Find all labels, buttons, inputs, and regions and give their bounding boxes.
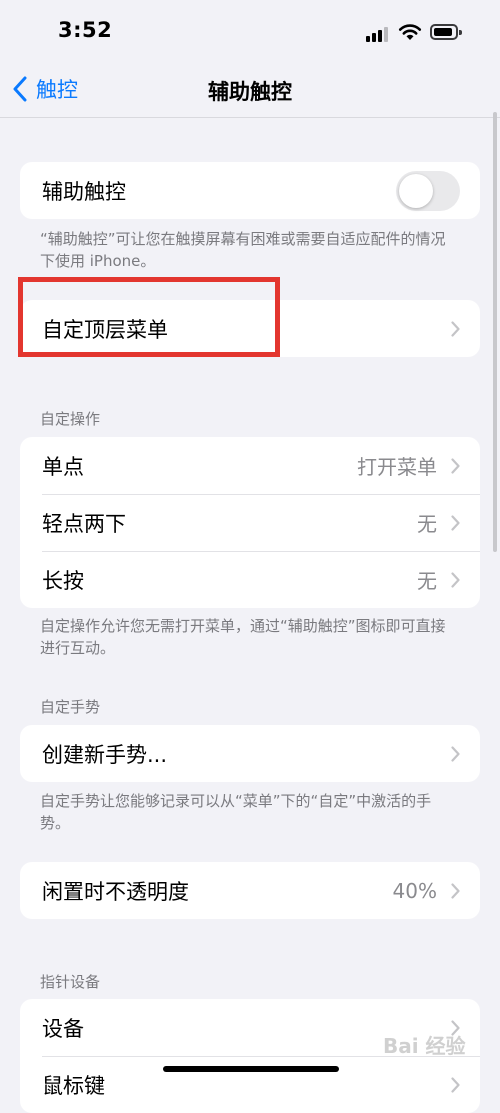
idle-opacity-row[interactable]: 闲置时不透明度 40%: [20, 862, 480, 919]
idle-opacity-label: 闲置时不透明度: [42, 879, 189, 904]
action-value: 无: [417, 512, 437, 536]
pointer-device-mouse-keys[interactable]: 鼠标键: [20, 1056, 480, 1113]
action-label: 长按: [42, 568, 84, 593]
custom-gestures-group: 创建新手势...: [20, 725, 480, 782]
action-label: 轻点两下: [42, 511, 126, 536]
assistive-touch-toggle[interactable]: [396, 170, 460, 211]
create-new-gesture-row[interactable]: 创建新手势...: [20, 725, 480, 782]
custom-actions-header: 自定操作: [40, 410, 101, 428]
assistive-touch-row: 辅助触控: [20, 162, 480, 219]
assistive-touch-group: 辅助触控: [20, 162, 480, 219]
chevron-right-icon: [451, 882, 460, 899]
create-new-gesture-label: 创建新手势...: [42, 742, 168, 767]
custom-actions-group: 单点 打开菜单 轻点两下 无 长按 无: [20, 437, 480, 608]
wifi-icon: [398, 24, 422, 40]
custom-action-double-tap[interactable]: 轻点两下 无: [20, 494, 480, 551]
idle-opacity-value: 40%: [392, 878, 437, 903]
scrollbar[interactable]: [493, 112, 497, 552]
toggle-knob: [399, 173, 433, 208]
cellular-signal-icon: [366, 26, 392, 42]
assistive-touch-footer: “辅助触控”可让您在触摸屏幕有困难或需要自适应配件的情况下使用 iPhone。: [40, 230, 446, 270]
action-label: 单点: [42, 454, 84, 479]
home-indicator: [163, 1066, 339, 1072]
status-bar: 3:52: [0, 0, 500, 62]
chevron-right-icon: [451, 457, 460, 474]
status-time: 3:52: [58, 18, 113, 42]
customize-top-menu-row[interactable]: 自定顶层菜单: [20, 300, 480, 357]
custom-gestures-footer: 自定手势让您能够记录可以从“菜单”下的“自定”中激活的手势。: [40, 792, 432, 832]
chevron-right-icon: [451, 320, 460, 337]
action-value: 无: [417, 569, 437, 593]
battery-icon: [430, 24, 462, 40]
idle-opacity-group: 闲置时不透明度 40%: [20, 862, 480, 919]
chevron-right-icon: [451, 571, 460, 588]
custom-action-single-tap[interactable]: 单点 打开菜单: [20, 437, 480, 494]
chevron-right-icon: [451, 745, 460, 762]
chevron-right-icon: [451, 1076, 460, 1093]
watermark: Bai 经验: [383, 1034, 466, 1058]
pointer-devices-header: 指针设备: [40, 973, 101, 991]
nav-divider: [0, 117, 500, 118]
custom-actions-footer: 自定操作允许您无需打开菜单，通过“辅助触控”图标即可直接进行互动。: [40, 617, 446, 657]
page-title: 辅助触控: [208, 80, 292, 104]
chevron-right-icon: [451, 514, 460, 531]
pointer-device-label: 鼠标键: [42, 1073, 105, 1098]
action-value: 打开菜单: [357, 455, 437, 479]
custom-action-long-press[interactable]: 长按 无: [20, 551, 480, 608]
assistive-touch-label: 辅助触控: [42, 179, 126, 204]
top-menu-group: 自定顶层菜单: [20, 300, 480, 357]
navigation-bar: 触控 辅助触控: [0, 62, 500, 118]
customize-top-menu-label: 自定顶层菜单: [42, 317, 168, 342]
custom-gestures-header: 自定手势: [40, 698, 101, 716]
